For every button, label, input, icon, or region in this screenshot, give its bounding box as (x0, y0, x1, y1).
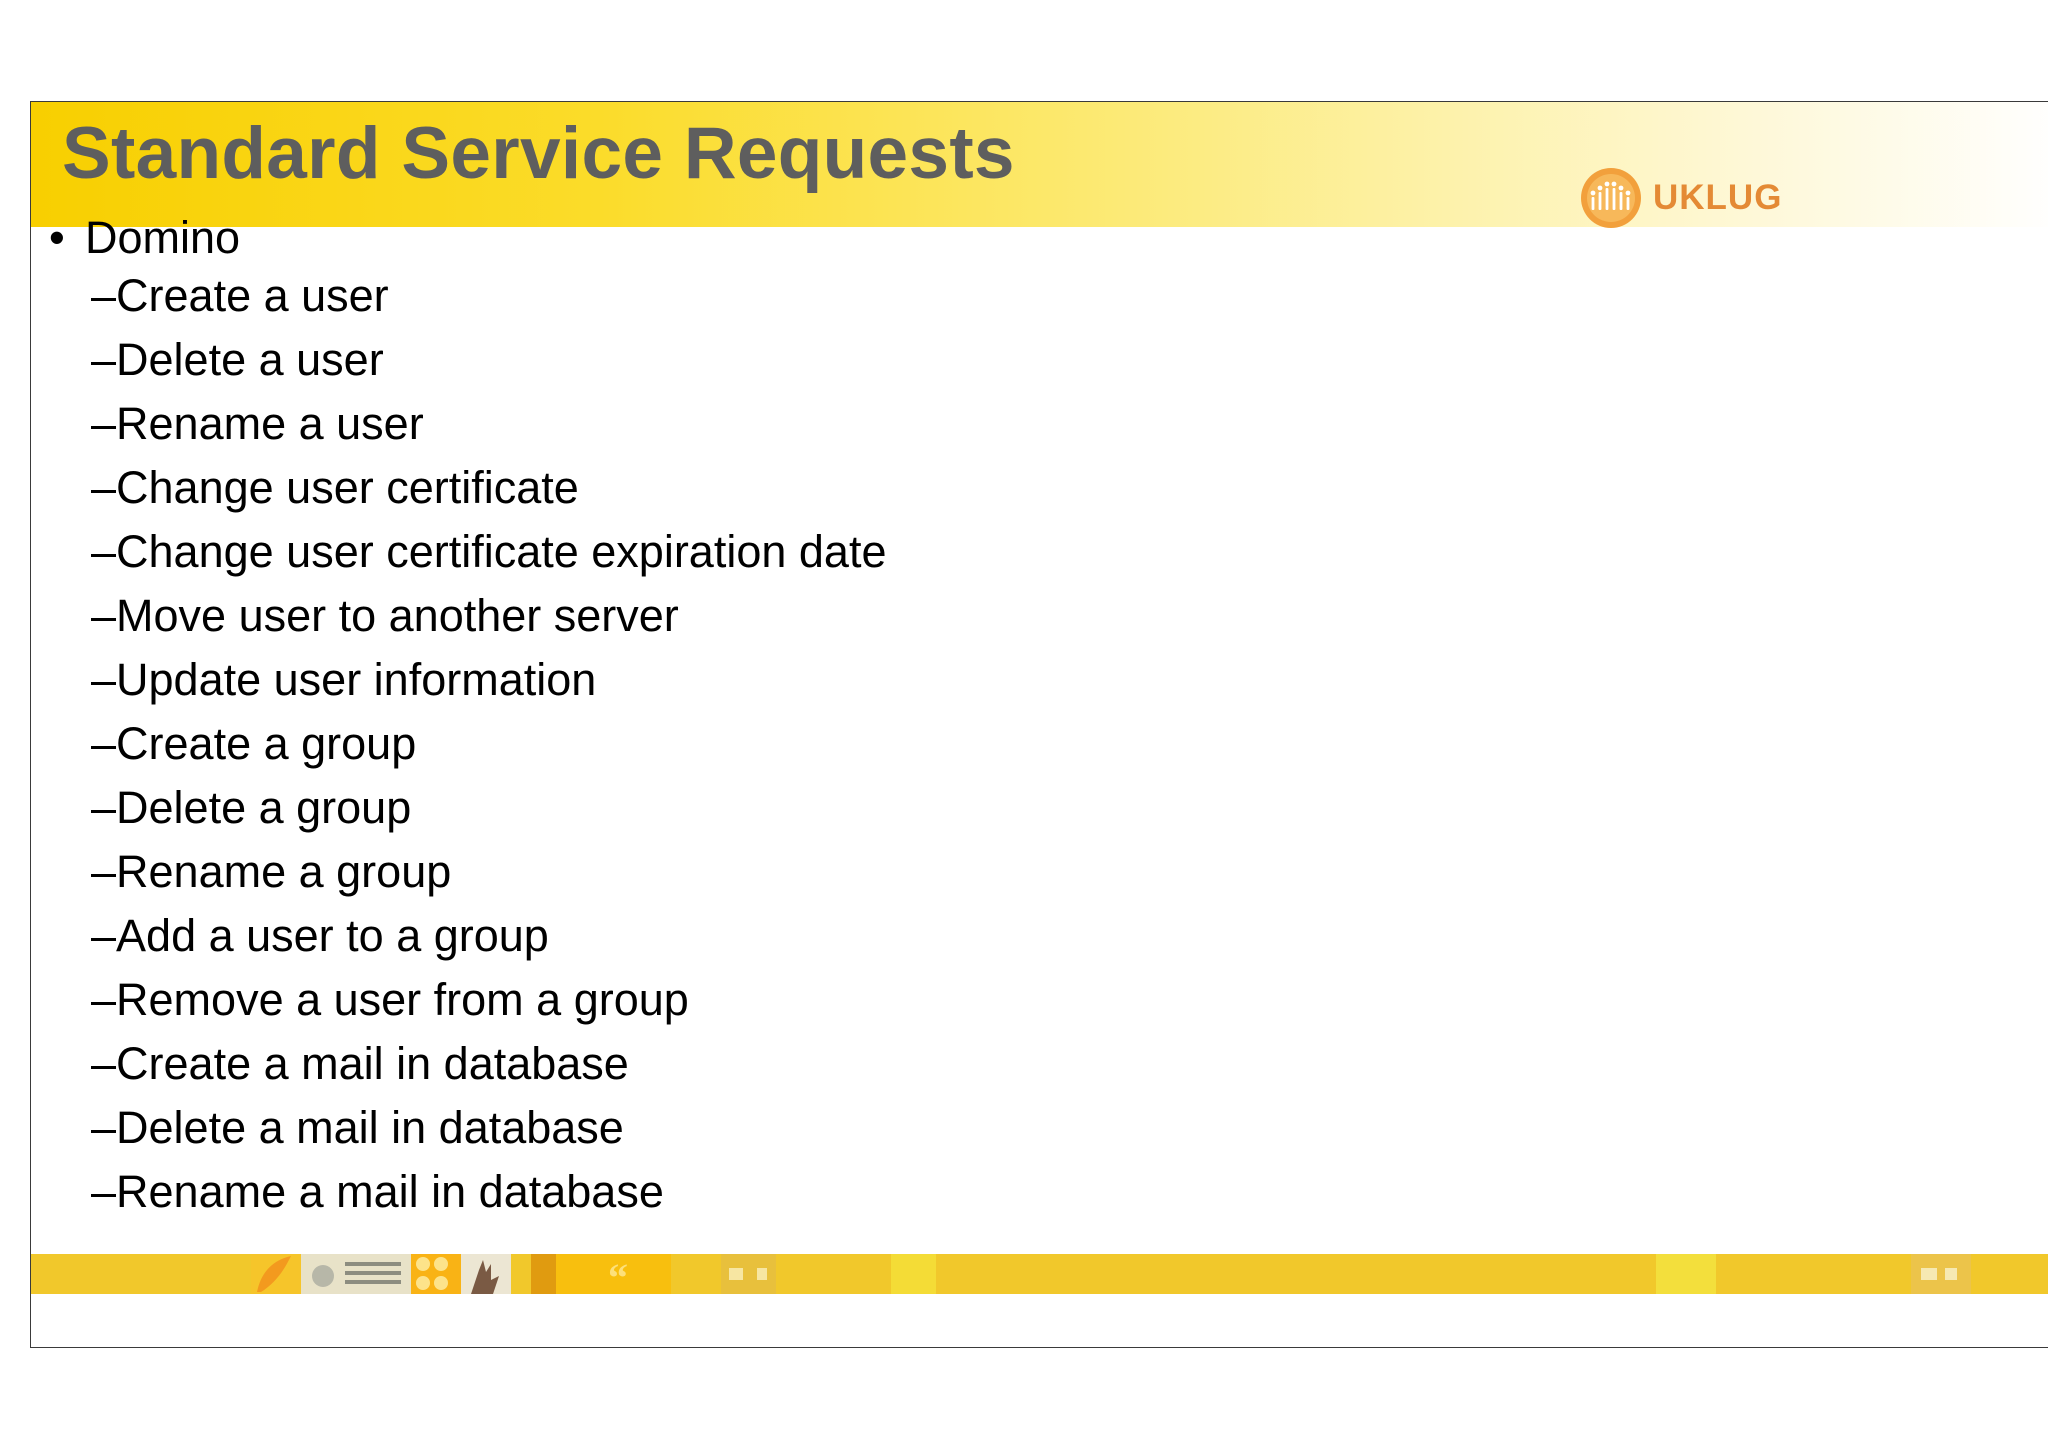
uklug-logo-icon (1581, 168, 1641, 228)
list-item: –Change user certificate (91, 462, 579, 513)
block-decoration (721, 1254, 776, 1294)
block-decoration (891, 1254, 936, 1294)
uklug-logo: UKLUG (1580, 167, 1782, 229)
quote-icon: “ (556, 1254, 671, 1294)
slide-content: • Domino –Create a user –Delete a user –R… (49, 212, 886, 1224)
sub-bullet-list: –Create a user –Delete a user –Rename a … (49, 264, 886, 1224)
list-item: –Delete a group (91, 782, 412, 833)
list-item: –Update user information (91, 654, 597, 705)
list-item: –Create a group (91, 718, 417, 769)
list-item: –Add a user to a group (91, 910, 549, 961)
list-item: –Create a mail in database (91, 1038, 629, 1089)
bullet-dot: • (49, 212, 65, 263)
top-level-bullet: • Domino (49, 212, 886, 264)
block-decoration (1656, 1254, 1716, 1294)
list-item: –Delete a user (91, 334, 384, 385)
circles-icon (411, 1254, 461, 1294)
list-item: –Delete a mail in database (91, 1102, 624, 1153)
block-decoration (531, 1254, 556, 1294)
list-item: –Create a user (91, 270, 389, 321)
list-item: –Rename a group (91, 846, 452, 897)
leaf-icon (251, 1254, 301, 1294)
list-item: –Move user to another server (91, 590, 679, 641)
svg-text:“: “ (608, 1255, 628, 1294)
hand-icon (461, 1254, 511, 1294)
slide-title: Standard Service Requests (62, 113, 1015, 194)
footer-decoration-band: “ (31, 1254, 2048, 1294)
list-item: –Remove a user from a group (91, 974, 689, 1025)
list-item: –Change user certificate expiration date (91, 526, 887, 577)
logo-text: UKLUG (1653, 178, 1783, 217)
bullet-label: Domino (85, 212, 241, 263)
title-band: Standard Service Requests UKLUG (31, 102, 2048, 229)
block-decoration (1911, 1254, 1971, 1294)
slide: Standard Service Requests UKLUG • Domino (30, 101, 2048, 1348)
list-item: –Rename a mail in database (91, 1166, 664, 1217)
document-icon (301, 1254, 411, 1294)
list-item: –Rename a user (91, 398, 424, 449)
